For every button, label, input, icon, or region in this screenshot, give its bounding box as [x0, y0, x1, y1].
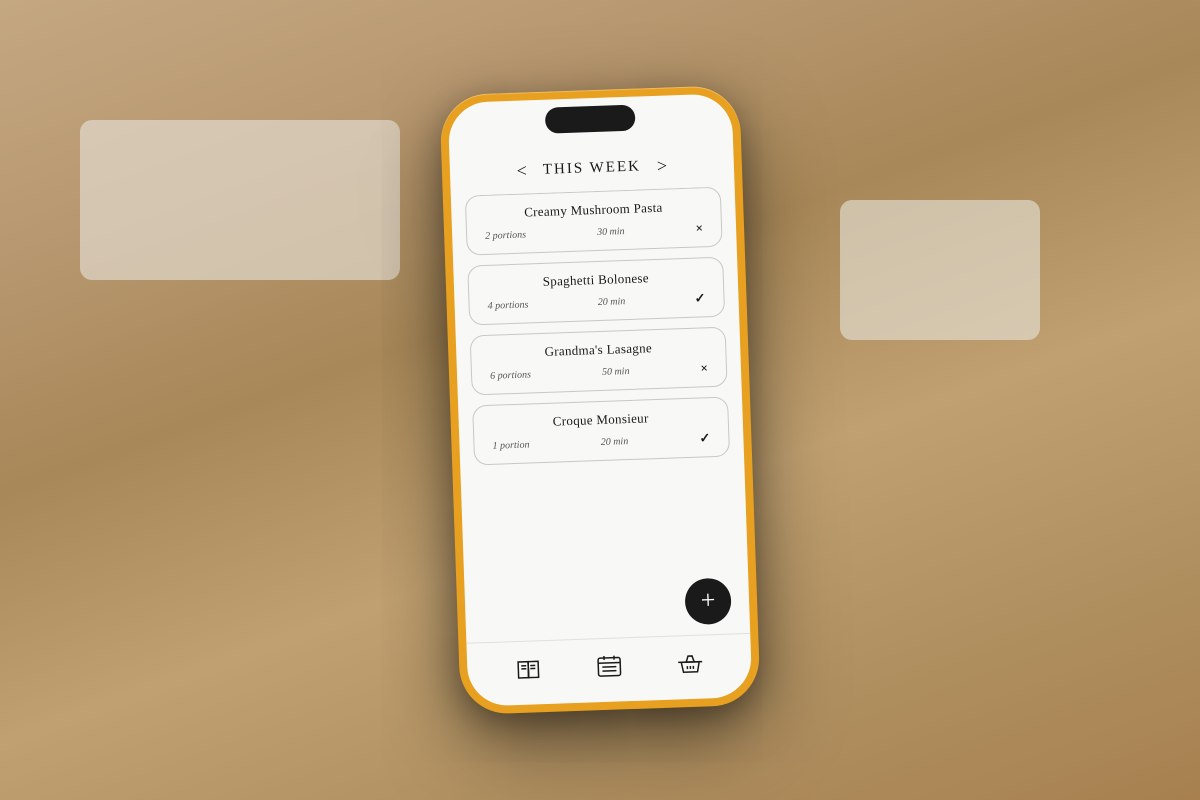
- recipe-meta: 4 portions 20 min ✓: [483, 290, 709, 314]
- recipe-name: Croque Monsieur: [487, 408, 713, 432]
- recipe-meta: 1 portion 20 min ✓: [488, 430, 714, 454]
- basket-icon: [676, 651, 705, 676]
- nav-week-button[interactable]: [589, 646, 630, 687]
- recipe-action-button[interactable]: ✓: [699, 430, 710, 446]
- plus-icon: +: [700, 587, 716, 613]
- recipe-card[interactable]: Creamy Mushroom Pasta 2 portions 30 min …: [465, 187, 723, 256]
- recipe-time: 20 min: [598, 296, 626, 308]
- book-icon: [514, 657, 543, 682]
- recipe-portions: 1 portion: [492, 439, 529, 451]
- recipe-card[interactable]: Spaghetti Bolonese 4 portions 20 min ✓: [467, 257, 725, 326]
- screen-content: < This Week > Creamy Mushroom Pasta 2 po…: [448, 93, 753, 707]
- recipe-name: Spaghetti Bolonese: [483, 268, 709, 292]
- week-title: This Week: [543, 158, 642, 178]
- recipe-action-button[interactable]: ×: [700, 360, 708, 376]
- nav-recipes-button[interactable]: [507, 648, 548, 689]
- nav-shopping-button[interactable]: [670, 643, 711, 684]
- prev-week-button[interactable]: <: [516, 160, 527, 181]
- add-recipe-button[interactable]: +: [684, 578, 732, 626]
- recipe-time: 20 min: [601, 436, 629, 448]
- calendar-icon: [595, 654, 624, 679]
- bottom-navigation: [466, 633, 752, 707]
- recipe-name: Creamy Mushroom Pasta: [480, 198, 706, 222]
- recipe-time: 30 min: [597, 226, 625, 238]
- recipe-meta: 6 portions 50 min ×: [486, 360, 712, 384]
- recipe-meta: 2 portions 30 min ×: [481, 220, 707, 244]
- recipe-time: 50 min: [602, 365, 630, 377]
- fab-container: +: [464, 573, 750, 643]
- recipe-list: Creamy Mushroom Pasta 2 portions 30 min …: [451, 186, 748, 583]
- dynamic-island: [545, 105, 636, 134]
- phone-screen: < This Week > Creamy Mushroom Pasta 2 po…: [448, 93, 753, 707]
- recipe-name: Grandma's Lasagne: [485, 338, 711, 362]
- recipe-portions: 4 portions: [487, 299, 528, 311]
- phone-shell: < This Week > Creamy Mushroom Pasta 2 po…: [439, 85, 760, 715]
- trackpad-decoration: [840, 200, 1040, 340]
- recipe-action-button[interactable]: ✓: [694, 290, 705, 306]
- next-week-button[interactable]: >: [657, 156, 668, 177]
- recipe-card[interactable]: Grandma's Lasagne 6 portions 50 min ×: [470, 327, 728, 396]
- recipe-portions: 2 portions: [485, 229, 526, 241]
- recipe-card[interactable]: Croque Monsieur 1 portion 20 min ✓: [472, 397, 730, 466]
- recipe-portions: 6 portions: [490, 369, 531, 381]
- keyboard-decoration: [80, 120, 400, 280]
- recipe-action-button[interactable]: ×: [695, 220, 703, 236]
